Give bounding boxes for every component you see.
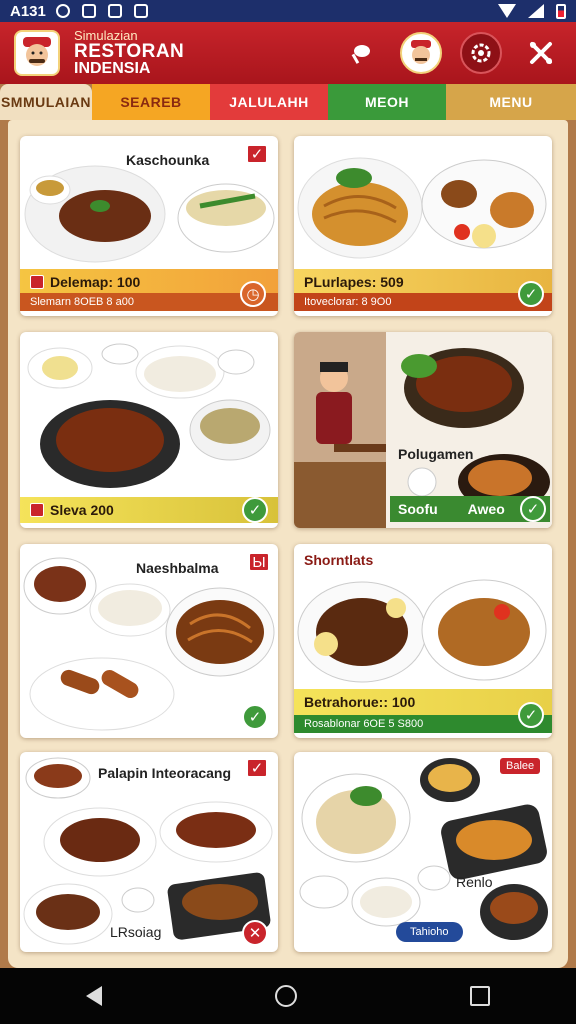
menu-grid: Kaschounka ✓ Delemap: 100 Slemarn 8OEB 8… bbox=[8, 120, 568, 968]
menu-card[interactable]: Palapin Inteoracang ✓ LRsoiag ✕ bbox=[20, 752, 278, 952]
check-icon[interactable]: ✓ bbox=[518, 702, 544, 728]
price-bar: Sleva 200 bbox=[20, 497, 278, 523]
card-tag: Balee bbox=[500, 758, 541, 774]
price-text: Betrahorue:: 100 bbox=[304, 694, 416, 710]
app-title-line1: RESTORAN bbox=[74, 41, 185, 62]
tab-label: SMMULAIAN bbox=[0, 94, 92, 110]
shuffle-icon bbox=[530, 42, 552, 64]
app-icon bbox=[107, 4, 122, 18]
menu-card[interactable]: Polugamen Soofu Aweo ✓ bbox=[294, 332, 552, 528]
card-title: Shorntlats bbox=[304, 552, 374, 568]
home-icon[interactable] bbox=[274, 985, 297, 1007]
chef-avatar-icon bbox=[411, 40, 431, 64]
gear-icon bbox=[471, 43, 491, 63]
detail-text: Rosablonar 6OE 5 S800 bbox=[304, 718, 424, 730]
settings-button[interactable] bbox=[460, 32, 502, 74]
android-icon bbox=[133, 4, 148, 18]
card-title: Polugamen bbox=[398, 446, 474, 462]
check-icon[interactable]: ✓ bbox=[518, 281, 544, 307]
price-text: Delemap: 100 bbox=[50, 274, 141, 290]
time-icon[interactable]: ◷ bbox=[240, 281, 266, 307]
card-caption: LRsoiag bbox=[110, 924, 162, 940]
leaf-button[interactable] bbox=[340, 32, 382, 74]
tab-label: MENU bbox=[489, 94, 533, 110]
app-logo bbox=[14, 30, 60, 76]
check-icon[interactable]: ✓ bbox=[520, 496, 546, 522]
app-title: Simulazian RESTORAN INDENSIA bbox=[74, 29, 184, 77]
remove-icon[interactable]: ✕ bbox=[242, 920, 268, 946]
chef-mini-icon bbox=[30, 275, 44, 289]
detail-bar: Rosablonar 6OE 5 S800 bbox=[294, 715, 552, 733]
card-title: Kaschounka bbox=[126, 152, 210, 168]
order-badge[interactable]: Tahioho bbox=[396, 922, 463, 942]
signal-icon bbox=[528, 4, 544, 18]
favorite-icon[interactable]: ✓ bbox=[246, 758, 268, 778]
price-text: Soofu bbox=[398, 501, 438, 517]
favorite-icon[interactable]: Ы bbox=[248, 552, 270, 572]
price-text: PLurlapes: 509 bbox=[304, 274, 404, 290]
tab-meoh[interactable]: MEOH bbox=[328, 84, 446, 120]
price-text: Sleva 200 bbox=[50, 502, 114, 518]
food-image bbox=[27, 343, 271, 488]
media-icon bbox=[81, 4, 96, 18]
status-time: A131 bbox=[10, 2, 46, 20]
leaf-icon bbox=[351, 45, 370, 64]
back-icon[interactable] bbox=[86, 986, 103, 1006]
card-title: Naeshbalma bbox=[136, 560, 219, 576]
battery-icon bbox=[556, 3, 566, 19]
detail-text: Aweo bbox=[467, 501, 505, 517]
check-icon[interactable]: ✓ bbox=[242, 704, 268, 730]
menu-card[interactable]: Sleva 200 ✓ bbox=[20, 332, 278, 528]
profile-button[interactable] bbox=[400, 32, 442, 74]
tab-label: JALULAHH bbox=[229, 94, 309, 110]
tab-label: MEOH bbox=[365, 94, 409, 110]
recent-apps-icon[interactable] bbox=[469, 986, 490, 1006]
menu-card[interactable]: Kaschounka ✓ Delemap: 100 Slemarn 8OEB 8… bbox=[20, 136, 278, 316]
tab-search[interactable]: SEAREB bbox=[92, 84, 210, 120]
tab-simulasi[interactable]: SMMULAIAN bbox=[0, 84, 92, 120]
shuffle-button[interactable] bbox=[520, 32, 562, 74]
detail-bar: Itoveclorar: 8 9O0 bbox=[294, 293, 552, 311]
notification-icon bbox=[55, 4, 70, 18]
tab-jalulahh[interactable]: JALULAHH bbox=[210, 84, 328, 120]
price-bar: PLurlapes: 509 bbox=[294, 269, 552, 295]
menu-card[interactable]: Balee Renlo Tahioho bbox=[294, 752, 552, 952]
app-title-line2: INDENSIA bbox=[74, 60, 151, 77]
category-tabs: SMMULAIAN SEAREB JALULAHH MEOH MENU bbox=[0, 84, 576, 120]
wifi-icon bbox=[498, 4, 516, 18]
chef-logo-icon bbox=[23, 37, 51, 66]
status-bar: A131 bbox=[0, 0, 576, 22]
detail-text: Itoveclorar: 8 9O0 bbox=[304, 296, 392, 308]
detail-text: Slemarn 8OEB 8 a00 bbox=[30, 296, 134, 308]
menu-card[interactable]: PLurlapes: 509 Itoveclorar: 8 9O0 ✓ bbox=[294, 136, 552, 316]
price-bar: Betrahorue:: 100 bbox=[294, 689, 552, 715]
app-header: Simulazian RESTORAN INDENSIA bbox=[0, 22, 576, 84]
system-nav-bar bbox=[0, 968, 576, 1024]
menu-card[interactable]: Shorntlats Betrahorue:: 100 Rosablonar 6… bbox=[294, 544, 552, 738]
check-icon[interactable]: ✓ bbox=[242, 497, 268, 523]
tab-menu[interactable]: MENU bbox=[446, 84, 576, 120]
chef-mini-icon bbox=[30, 503, 44, 517]
menu-card[interactable]: Naeshbalma Ы ✓ bbox=[20, 544, 278, 738]
favorite-icon[interactable]: ✓ bbox=[246, 144, 268, 164]
card-title: Palapin Inteoracang bbox=[98, 765, 232, 781]
tab-label: SEAREB bbox=[120, 94, 182, 110]
card-title: Renlo bbox=[456, 874, 493, 890]
food-image bbox=[297, 157, 547, 259]
